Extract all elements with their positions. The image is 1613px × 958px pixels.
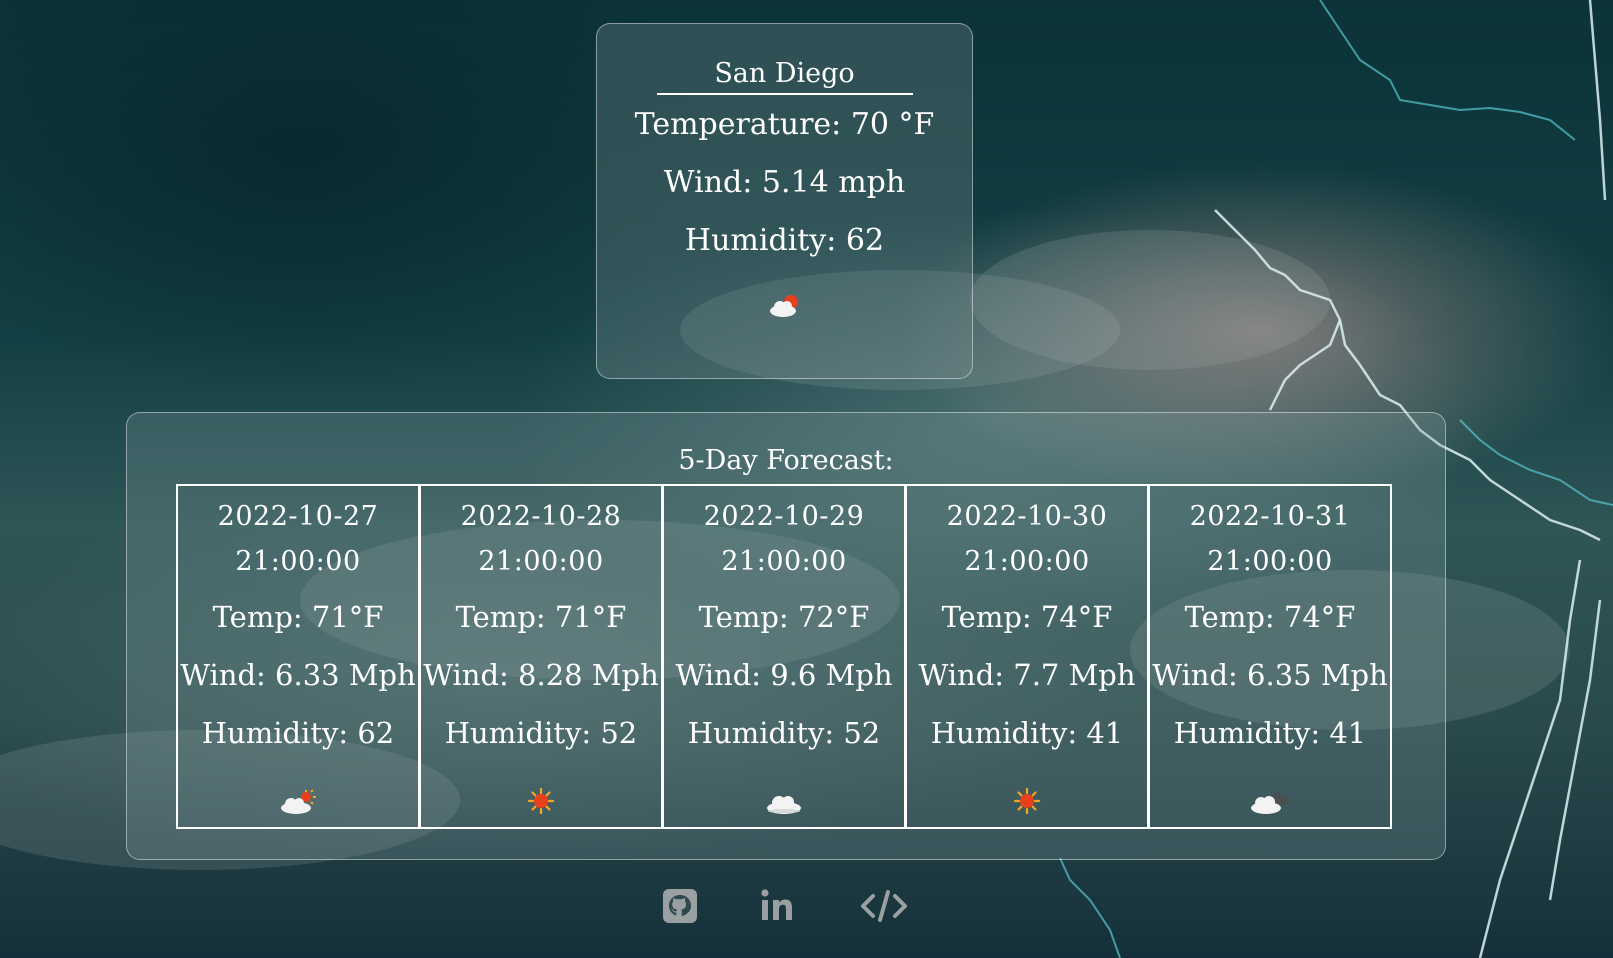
- cloud-icon: [767, 796, 801, 814]
- forecast-time: 21:00:00: [964, 546, 1090, 577]
- forecast-wind: Wind: 6.35 Mph: [1152, 658, 1388, 692]
- forecast-day-card: 2022-10-30 21:00:00 Temp: 74°F Wind: 7.7…: [905, 484, 1149, 829]
- forecast-date: 2022-10-28: [460, 501, 622, 532]
- forecast-wind: Wind: 7.7 Mph: [918, 658, 1136, 692]
- forecast-day-card: 2022-10-28 21:00:00 Temp: 71°F Wind: 8.2…: [419, 484, 663, 829]
- linkedin-icon: [761, 889, 792, 920]
- forecast-wind: Wind: 8.28 Mph: [423, 658, 659, 692]
- forecast-temp: Temp: 72°F: [698, 600, 870, 634]
- forecast-date: 2022-10-27: [217, 501, 379, 532]
- forecast-time: 21:00:00: [235, 546, 361, 577]
- current-humidity: Humidity: 62: [684, 223, 885, 258]
- footer-links: [0, 888, 1613, 932]
- forecast-time: 21:00:00: [478, 546, 604, 577]
- forecast-time: 21:00:00: [1207, 546, 1333, 577]
- forecast-wind: Wind: 6.33 Mph: [180, 658, 416, 692]
- forecast-humidity: Humidity: 41: [1173, 716, 1367, 750]
- forecast-temp: Temp: 74°F: [1184, 600, 1356, 634]
- partly-cloudy-icon: [769, 295, 798, 317]
- current-temperature: Temperature: 70 °F: [634, 107, 935, 142]
- forecast-date: 2022-10-31: [1189, 501, 1351, 532]
- code-icon: [861, 890, 907, 922]
- forecast-time: 21:00:00: [721, 546, 847, 577]
- forecast-day-card: 2022-10-29 21:00:00 Temp: 72°F Wind: 9.6…: [662, 484, 906, 829]
- current-weather-card: San Diego Temperature: 70 °F Wind: 5.14 …: [596, 23, 973, 379]
- forecast-humidity: Humidity: 62: [201, 716, 395, 750]
- sun-icon: [1013, 787, 1041, 815]
- forecast-humidity: Humidity: 52: [687, 716, 881, 750]
- forecast-humidity: Humidity: 41: [930, 716, 1124, 750]
- current-wind: Wind: 5.14 mph: [663, 165, 906, 200]
- cloudy-night-icon: [1251, 792, 1290, 814]
- forecast-panel: 5-Day Forecast: 2022-10-27 21:00:00 Temp…: [126, 412, 1446, 860]
- github-link[interactable]: [662, 888, 698, 924]
- sun-icon: [527, 787, 555, 815]
- forecast-day-card: 2022-10-27 21:00:00 Temp: 71°F Wind: 6.3…: [176, 484, 420, 829]
- city-name: San Diego: [656, 56, 913, 95]
- forecast-temp: Temp: 74°F: [941, 600, 1113, 634]
- forecast-grid: 2022-10-27 21:00:00 Temp: 71°F Wind: 6.3…: [176, 484, 1398, 829]
- forecast-humidity: Humidity: 52: [444, 716, 638, 750]
- forecast-wind: Wind: 9.6 Mph: [675, 658, 893, 692]
- forecast-title: 5-Day Forecast:: [678, 445, 894, 476]
- forecast-temp: Temp: 71°F: [212, 600, 384, 634]
- partly-cloudy-icon: [281, 789, 316, 814]
- forecast-date: 2022-10-29: [703, 501, 865, 532]
- portfolio-code-link[interactable]: [860, 888, 908, 924]
- forecast-day-card: 2022-10-31 21:00:00 Temp: 74°F Wind: 6.3…: [1148, 484, 1392, 829]
- forecast-date: 2022-10-30: [946, 501, 1108, 532]
- forecast-temp: Temp: 71°F: [455, 600, 627, 634]
- linkedin-link[interactable]: [760, 888, 796, 924]
- github-icon: [663, 889, 697, 923]
